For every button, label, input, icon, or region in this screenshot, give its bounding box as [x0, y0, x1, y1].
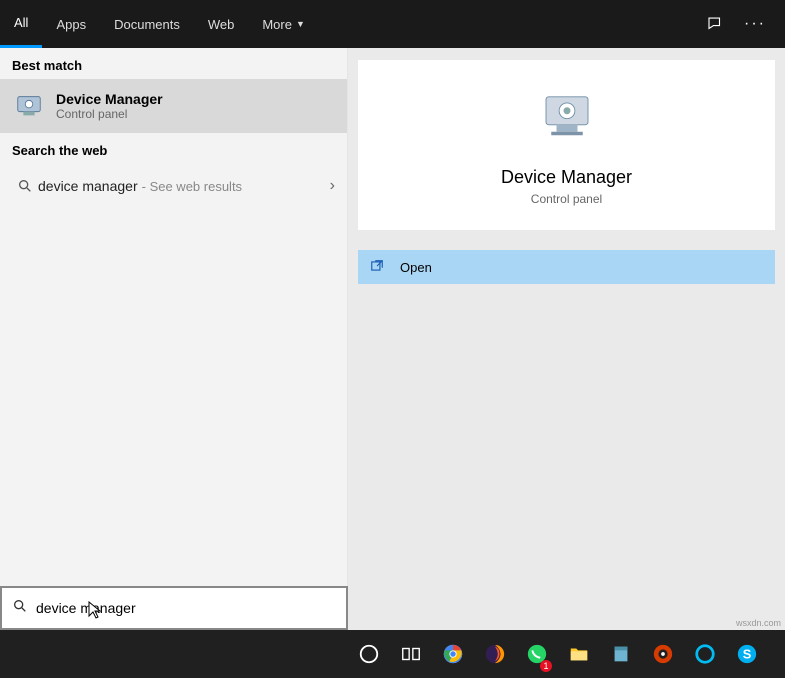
open-label: Open — [400, 260, 432, 275]
cortana-app-icon[interactable] — [684, 630, 726, 678]
search-icon — [12, 178, 38, 194]
search-icon — [12, 598, 28, 619]
tab-documents[interactable]: Documents — [100, 0, 194, 48]
watermark: wsxdn.com — [736, 618, 781, 628]
results-panel: Best match Device Manager Control panel … — [0, 48, 348, 630]
open-icon — [370, 259, 390, 276]
search-box[interactable] — [0, 586, 348, 630]
file-explorer-icon[interactable] — [558, 630, 600, 678]
notification-badge: 1 — [540, 660, 552, 672]
preview-panel: Device Manager Control panel Open — [348, 48, 785, 630]
preview-title: Device Manager — [501, 167, 632, 188]
device-manager-large-icon — [539, 88, 595, 149]
web-term: device manager — [38, 178, 138, 194]
more-options-icon[interactable]: ··· — [735, 0, 775, 48]
device-manager-icon — [12, 89, 46, 123]
best-match-header: Best match — [0, 48, 347, 79]
chrome-icon[interactable] — [432, 630, 474, 678]
tab-more-label: More — [262, 17, 292, 32]
web-hint: - See web results — [142, 179, 242, 194]
groove-icon[interactable] — [642, 630, 684, 678]
tab-all[interactable]: All — [0, 0, 42, 48]
skype-icon[interactable]: S — [726, 630, 768, 678]
taskbar: 1 S — [0, 630, 785, 678]
result-device-manager[interactable]: Device Manager Control panel — [0, 79, 347, 133]
preview-subtitle: Control panel — [531, 192, 602, 206]
chevron-down-icon: ▼ — [296, 19, 305, 29]
chevron-right-icon: › — [330, 177, 335, 195]
result-title: Device Manager — [56, 91, 163, 107]
task-view-icon[interactable] — [390, 630, 432, 678]
notes-icon[interactable] — [600, 630, 642, 678]
tab-web[interactable]: Web — [194, 0, 249, 48]
open-action[interactable]: Open — [358, 250, 775, 284]
search-input[interactable] — [36, 600, 336, 616]
search-web-header: Search the web — [0, 133, 347, 164]
feedback-icon[interactable] — [695, 0, 735, 48]
tab-more[interactable]: More ▼ — [248, 0, 319, 48]
result-subtitle: Control panel — [56, 107, 163, 121]
tab-apps[interactable]: Apps — [42, 0, 100, 48]
firefox-icon[interactable] — [474, 630, 516, 678]
svg-text:S: S — [743, 647, 752, 662]
search-filter-tabs: All Apps Documents Web More ▼ ··· — [0, 0, 785, 48]
whatsapp-icon[interactable]: 1 — [516, 630, 558, 678]
cortana-icon[interactable] — [348, 630, 390, 678]
web-result-row[interactable]: device manager - See web results › — [0, 164, 347, 208]
preview-card: Device Manager Control panel — [358, 60, 775, 230]
